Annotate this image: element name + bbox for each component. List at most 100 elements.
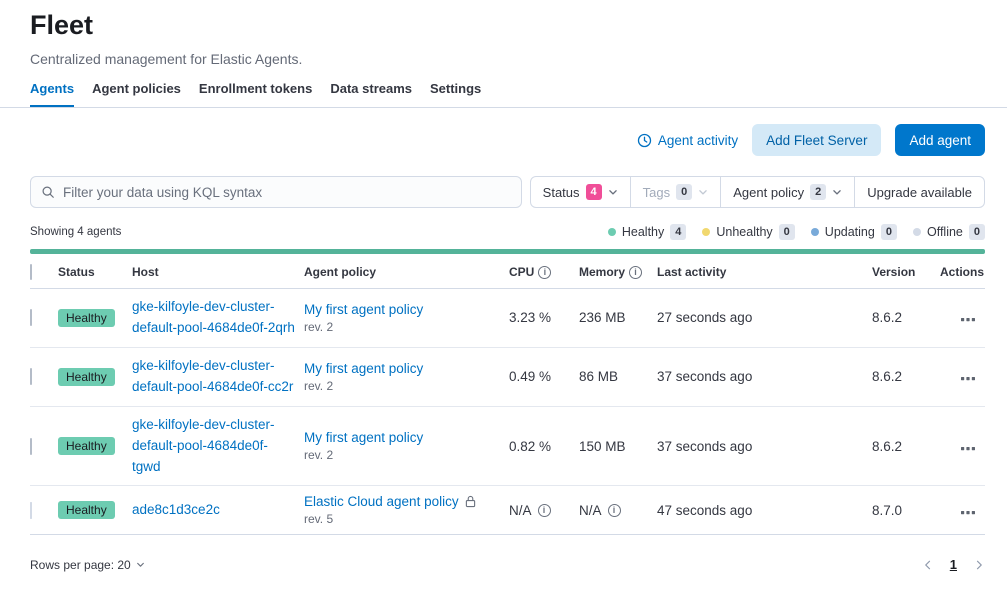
header-agent-policy: Agent policy xyxy=(304,256,509,289)
legend-updating-label: Updating xyxy=(825,225,875,239)
page-1-button[interactable]: 1 xyxy=(950,557,957,572)
cpu-value: 0.49 % xyxy=(509,347,579,406)
kql-search-input[interactable] xyxy=(63,185,511,200)
add-agent-button[interactable]: Add agent xyxy=(895,124,985,156)
tab-settings[interactable]: Settings xyxy=(430,81,481,107)
version-value: 8.6.2 xyxy=(872,406,940,486)
chevron-down-icon xyxy=(832,187,842,197)
header-actions: Actions xyxy=(940,256,985,289)
policy-revision: rev. 5 xyxy=(304,512,501,526)
agent-policy-filter-label: Agent policy xyxy=(733,185,804,200)
version-value: 8.6.2 xyxy=(872,347,940,406)
agent-policy-filter-button[interactable]: Agent policy 2 xyxy=(720,177,854,207)
agent-policy-link[interactable]: My first agent policy xyxy=(304,361,423,376)
tab-enrollment-tokens[interactable]: Enrollment tokens xyxy=(199,81,312,107)
ellipsis-icon xyxy=(961,310,975,325)
status-badge: Healthy xyxy=(58,309,115,327)
row-checkbox-disabled xyxy=(30,502,32,519)
agent-policy-link[interactable]: Elastic Cloud agent policy xyxy=(304,494,459,509)
header-memory: Memoryi xyxy=(579,256,657,289)
last-activity-value: 47 seconds ago xyxy=(657,486,872,535)
agent-activity-button[interactable]: Agent activity xyxy=(637,133,738,148)
host-link[interactable]: gke-kilfoyle-dev-cluster-default-pool-46… xyxy=(132,297,296,339)
table-row: Healthy gke-kilfoyle-dev-cluster-default… xyxy=(30,289,985,348)
rows-per-page-label: Rows per page: 20 xyxy=(30,558,131,572)
lock-icon xyxy=(465,495,476,508)
tab-agent-policies[interactable]: Agent policies xyxy=(92,81,181,107)
info-icon[interactable]: i xyxy=(538,266,551,279)
table-row: Healthy gke-kilfoyle-dev-cluster-default… xyxy=(30,406,985,486)
row-checkbox[interactable] xyxy=(30,438,32,455)
health-bar-wrap xyxy=(0,249,1007,254)
last-activity-value: 37 seconds ago xyxy=(657,347,872,406)
host-link[interactable]: gke-kilfoyle-dev-cluster-default-pool-46… xyxy=(132,415,296,478)
memory-value: 150 MB xyxy=(579,406,657,486)
agents-table: Status Host Agent policy CPUi Memoryi La… xyxy=(30,256,985,535)
chevron-down-icon xyxy=(136,560,145,569)
info-icon[interactable]: i xyxy=(629,266,642,279)
legend-healthy-label: Healthy xyxy=(622,225,664,239)
rows-per-page-button[interactable]: Rows per page: 20 xyxy=(30,558,145,572)
policy-revision: rev. 2 xyxy=(304,379,501,393)
page-title: Fleet xyxy=(30,0,985,41)
row-actions-button[interactable] xyxy=(959,435,977,458)
legend-updating-count: 0 xyxy=(881,224,897,240)
table-wrap: Status Host Agent policy CPUi Memoryi La… xyxy=(0,256,1007,535)
showing-count: Showing 4 agents xyxy=(30,226,121,238)
tags-filter-count-badge: 0 xyxy=(676,184,692,200)
memory-value: 236 MB xyxy=(579,289,657,348)
row-actions-button[interactable] xyxy=(959,306,977,329)
table-footer: Rows per page: 20 1 xyxy=(0,557,1007,572)
search-and-filters: Status 4 Tags 0 Agent policy 2 Upgrade a… xyxy=(0,176,1007,208)
table-row: Healthy ade8c1d3ce2c Elastic Cloud agent… xyxy=(30,486,985,535)
table-header-row: Status Host Agent policy CPUi Memoryi La… xyxy=(30,256,985,289)
status-badge: Healthy xyxy=(58,368,115,386)
cpu-value: N/A xyxy=(509,503,532,518)
status-filter-label: Status xyxy=(543,185,580,200)
select-all-checkbox[interactable] xyxy=(30,264,32,280)
status-badge: Healthy xyxy=(58,501,115,519)
status-filter-button[interactable]: Status 4 xyxy=(531,177,630,207)
legend-unhealthy-label: Unhealthy xyxy=(716,225,772,239)
header-cpu: CPUi xyxy=(509,256,579,289)
row-actions-button[interactable] xyxy=(959,499,977,522)
agent-policy-link[interactable]: My first agent policy xyxy=(304,302,423,317)
header-status: Status xyxy=(58,256,132,289)
version-value: 8.7.0 xyxy=(872,486,940,535)
policy-revision: rev. 2 xyxy=(304,448,501,462)
tab-agents[interactable]: Agents xyxy=(30,81,74,107)
header-last-activity: Last activity xyxy=(657,256,872,289)
summary-row: Showing 4 agents Healthy 4 Unhealthy 0 U… xyxy=(0,224,1007,240)
host-link[interactable]: gke-kilfoyle-dev-cluster-default-pool-46… xyxy=(132,356,296,398)
host-link[interactable]: ade8c1d3ce2c xyxy=(132,500,296,521)
header-version: Version xyxy=(872,256,940,289)
search-icon xyxy=(41,185,55,199)
tags-filter-label: Tags xyxy=(643,185,670,200)
add-fleet-server-button[interactable]: Add Fleet Server xyxy=(752,124,881,156)
legend-item-offline: Offline 0 xyxy=(913,224,985,240)
version-value: 8.6.2 xyxy=(872,289,940,348)
info-icon[interactable]: i xyxy=(608,504,621,517)
chevron-down-icon xyxy=(608,187,618,197)
row-actions-button[interactable] xyxy=(959,365,977,388)
page-subtitle: Centralized management for Elastic Agent… xyxy=(30,51,985,67)
memory-value: N/A xyxy=(579,503,602,518)
next-page-icon[interactable] xyxy=(973,559,985,571)
ellipsis-icon xyxy=(961,439,975,454)
row-checkbox[interactable] xyxy=(30,368,32,385)
row-checkbox[interactable] xyxy=(30,309,32,326)
offline-dot-icon xyxy=(913,228,921,236)
last-activity-value: 37 seconds ago xyxy=(657,406,872,486)
ellipsis-icon xyxy=(961,369,975,384)
header-actions: Agent activity Add Fleet Server Add agen… xyxy=(0,124,1007,156)
pagination: 1 xyxy=(922,557,985,572)
upgrade-available-filter-button[interactable]: Upgrade available xyxy=(854,177,984,207)
unhealthy-dot-icon xyxy=(702,228,710,236)
tab-data-streams[interactable]: Data streams xyxy=(330,81,412,107)
clock-icon xyxy=(637,133,652,148)
previous-page-icon[interactable] xyxy=(922,559,934,571)
info-icon[interactable]: i xyxy=(538,504,551,517)
chevron-down-icon xyxy=(698,187,708,197)
agent-policy-link[interactable]: My first agent policy xyxy=(304,430,423,445)
tags-filter-button[interactable]: Tags 0 xyxy=(630,177,721,207)
